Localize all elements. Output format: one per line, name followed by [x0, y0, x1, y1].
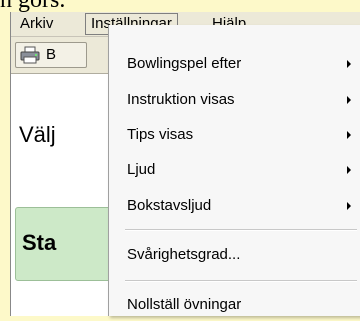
- menu-item-label: Nollställ övningar: [127, 296, 242, 313]
- menu-item-label: Ljud: [127, 161, 156, 178]
- menu-arkiv[interactable]: Arkiv: [15, 14, 58, 34]
- submenu-arrow-icon: [347, 166, 351, 174]
- menu-item-svarighetsgrad[interactable]: Svårighetsgrad...: [109, 239, 360, 271]
- menu-item-label: Bokstavsljud: [127, 197, 212, 214]
- print-button[interactable]: B: [15, 42, 87, 68]
- submenu-arrow-icon: [347, 60, 351, 68]
- menu-item-bokstavsljud[interactable]: Bokstavsljud: [109, 190, 360, 222]
- printer-icon: [20, 46, 40, 64]
- choose-label: Välj: [19, 122, 56, 147]
- submenu-arrow-icon: [347, 131, 351, 139]
- menu-item-label: Instruktion visas: [127, 91, 235, 108]
- menu-item-label: Bowlingspel efter: [127, 55, 242, 72]
- menu-separator: [125, 280, 357, 282]
- installningar-dropdown-menu: Bowlingspel efter Instruktion visas Tips…: [108, 25, 360, 316]
- print-button-label: B: [46, 46, 57, 63]
- menu-item-bowlingspel-efter[interactable]: Bowlingspel efter: [109, 48, 360, 80]
- menu-item-ljud[interactable]: Ljud: [109, 154, 360, 186]
- submenu-arrow-icon: [347, 96, 351, 104]
- menu-separator: [125, 229, 357, 231]
- menu-item-label: Tips visas: [127, 126, 194, 143]
- menu-item-nollstall-ovningar[interactable]: Nollställ övningar: [109, 289, 360, 321]
- start-button[interactable]: Sta: [15, 207, 121, 281]
- submenu-arrow-icon: [347, 202, 351, 210]
- menu-item-tips-visas[interactable]: Tips visas: [109, 119, 360, 151]
- start-button-label: Sta: [22, 230, 57, 255]
- menu-item-instruktion-visas[interactable]: Instruktion visas: [109, 84, 360, 116]
- toolbar: B: [11, 37, 119, 74]
- menu-item-label: Svårighetsgrad...: [127, 246, 241, 263]
